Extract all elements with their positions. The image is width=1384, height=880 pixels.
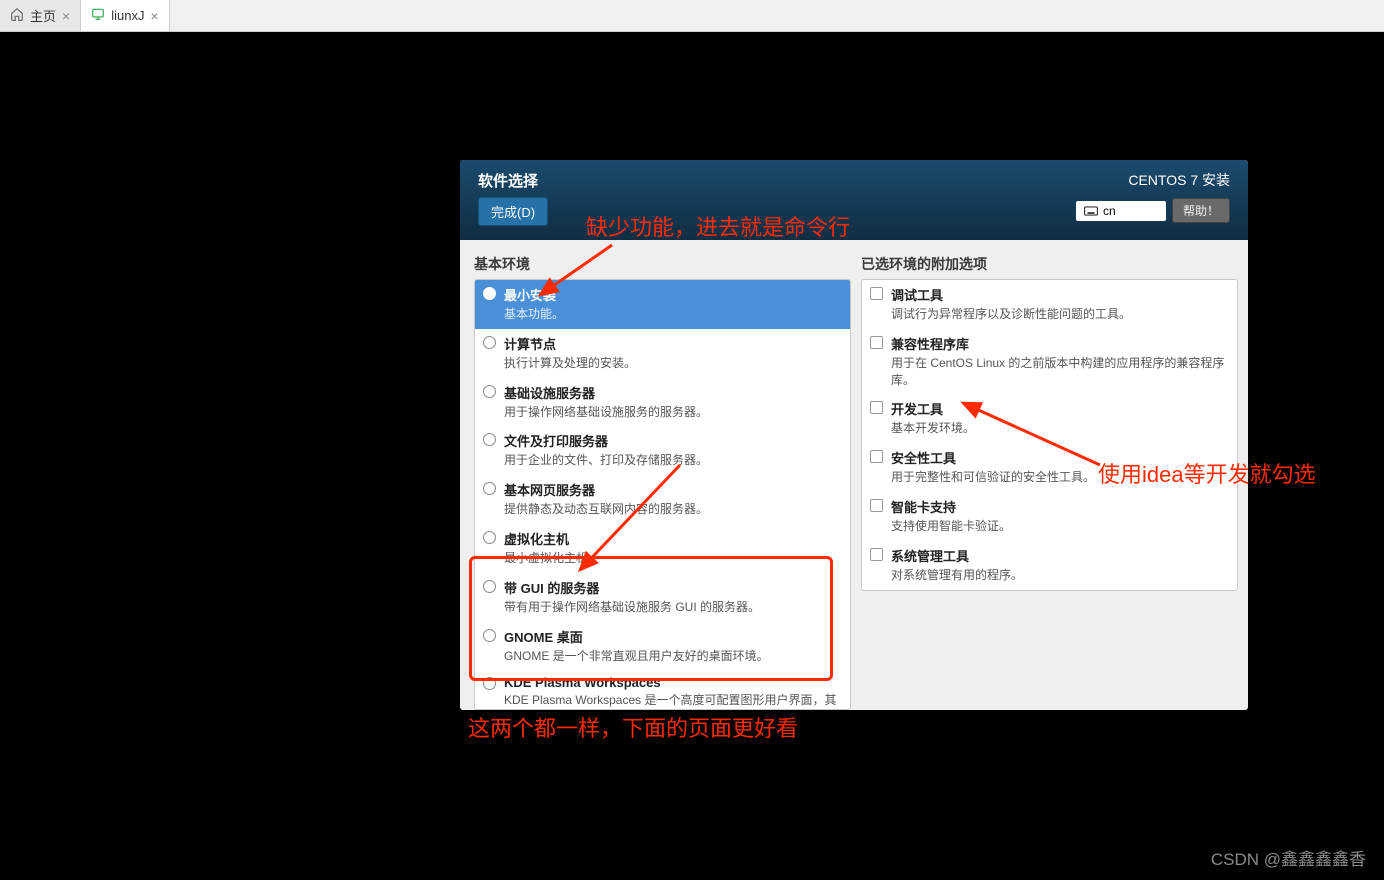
env-item[interactable]: 最小安装基本功能。 xyxy=(475,280,850,329)
radio-icon[interactable] xyxy=(483,287,496,300)
radio-icon[interactable] xyxy=(483,531,496,544)
addon-item-title: 系统管理工具 xyxy=(891,546,969,565)
checkbox-icon[interactable] xyxy=(870,336,883,349)
addon-item-desc: 用于在 CentOS Linux 的之前版本中构建的应用程序的兼容程序库。 xyxy=(891,355,1229,389)
checkbox-icon[interactable] xyxy=(870,499,883,512)
addon-item-desc: 基本开发环境。 xyxy=(891,420,1229,437)
env-column: 基本环境 最小安装基本功能。计算节点执行计算及处理的安装。基础设施服务器用于操作… xyxy=(474,254,851,710)
addon-item[interactable]: 安全性工具用于完整性和可信验证的安全性工具。 xyxy=(862,443,1237,492)
env-item-desc: 带有用于操作网络基础设施服务 GUI 的服务器。 xyxy=(504,599,842,616)
addon-item-title: 调试工具 xyxy=(891,285,943,304)
radio-icon[interactable] xyxy=(483,336,496,349)
radio-icon[interactable] xyxy=(483,580,496,593)
env-list[interactable]: 最小安装基本功能。计算节点执行计算及处理的安装。基础设施服务器用于操作网络基础设… xyxy=(474,279,851,710)
radio-icon[interactable] xyxy=(483,677,496,690)
installer-window: 软件选择 完成(D) CENTOS 7 安装 cn 帮助！ 基本环境 最小安装基… xyxy=(460,160,1248,710)
env-item-title: 虚拟化主机 xyxy=(504,529,569,548)
env-item-desc: KDE Plasma Workspaces 是一个高度可配置图形用户界面，其中包… xyxy=(504,692,842,710)
env-item-title: 基本网页服务器 xyxy=(504,480,595,499)
addon-item[interactable]: 智能卡支持支持使用智能卡验证。 xyxy=(862,492,1237,541)
env-item-desc: 最小虚拟化主机。 xyxy=(504,550,842,567)
addon-item-title: 智能卡支持 xyxy=(891,497,956,516)
env-item-title: 带 GUI 的服务器 xyxy=(504,578,599,597)
keyboard-layout[interactable]: cn xyxy=(1076,201,1166,221)
addon-item-title: 开发工具 xyxy=(891,399,943,418)
product-label: CENTOS 7 安装 xyxy=(1076,170,1230,190)
checkbox-icon[interactable] xyxy=(870,450,883,463)
addon-column: 已选环境的附加选项 调试工具调试行为异常程序以及诊断性能问题的工具。兼容性程序库… xyxy=(861,254,1238,710)
tab-label: liunxJ xyxy=(111,8,144,23)
env-item[interactable]: 文件及打印服务器用于企业的文件、打印及存储服务器。 xyxy=(475,426,850,475)
close-icon[interactable]: × xyxy=(62,8,70,24)
installer-header: 软件选择 完成(D) CENTOS 7 安装 cn 帮助！ xyxy=(460,160,1248,240)
tab-label: 主页 xyxy=(30,6,56,25)
env-item-desc: 提供静态及动态互联网内容的服务器。 xyxy=(504,501,842,518)
home-icon xyxy=(10,7,24,24)
env-item-title: 文件及打印服务器 xyxy=(504,431,608,450)
env-item[interactable]: KDE Plasma Workspaces KDE Plasma Workspac… xyxy=(475,670,850,710)
env-item[interactable]: GNOME 桌面 GNOME 是一个非常直观且用户友好的桌面环境。 xyxy=(475,622,850,671)
env-item-title: 最小安装 xyxy=(504,285,556,304)
radio-icon[interactable] xyxy=(483,629,496,642)
radio-icon[interactable] xyxy=(483,433,496,446)
env-item[interactable]: 带 GUI 的服务器带有用于操作网络基础设施服务 GUI 的服务器。 xyxy=(475,573,850,622)
radio-icon[interactable] xyxy=(483,385,496,398)
addon-title: 已选环境的附加选项 xyxy=(861,254,1238,274)
keyboard-icon xyxy=(1084,206,1098,216)
done-button[interactable]: 完成(D) xyxy=(478,197,548,226)
addon-item-title: 安全性工具 xyxy=(891,448,956,467)
tab-liunxj[interactable]: liunxJ × xyxy=(81,0,169,31)
tab-home[interactable]: 主页 × xyxy=(0,0,81,31)
env-item[interactable]: 基础设施服务器用于操作网络基础设施服务的服务器。 xyxy=(475,378,850,427)
env-item-title: KDE Plasma Workspaces xyxy=(504,675,661,690)
env-item-desc: 执行计算及处理的安装。 xyxy=(504,355,842,372)
env-item[interactable]: 虚拟化主机最小虚拟化主机。 xyxy=(475,524,850,573)
checkbox-icon[interactable] xyxy=(870,548,883,561)
addon-item-desc: 对系统管理有用的程序。 xyxy=(891,567,1229,584)
env-title: 基本环境 xyxy=(474,254,851,274)
checkbox-icon[interactable] xyxy=(870,287,883,300)
addon-item[interactable]: 兼容性程序库用于在 CentOS Linux 的之前版本中构建的应用程序的兼容程… xyxy=(862,329,1237,395)
env-item[interactable]: 基本网页服务器提供静态及动态互联网内容的服务器。 xyxy=(475,475,850,524)
addon-item-desc: 支持使用智能卡验证。 xyxy=(891,518,1229,535)
vm-icon xyxy=(91,7,105,24)
addon-item-title: 兼容性程序库 xyxy=(891,334,969,353)
close-icon[interactable]: × xyxy=(150,8,158,24)
env-item-title: GNOME 桌面 xyxy=(504,627,583,646)
addon-item-desc: 用于完整性和可信验证的安全性工具。 xyxy=(891,469,1229,486)
env-item-title: 基础设施服务器 xyxy=(504,383,595,402)
addon-list[interactable]: 调试工具调试行为异常程序以及诊断性能问题的工具。兼容性程序库用于在 CentOS… xyxy=(861,279,1238,591)
addon-item[interactable]: 系统管理工具对系统管理有用的程序。 xyxy=(862,541,1237,590)
addon-item[interactable]: 开发工具基本开发环境。 xyxy=(862,394,1237,443)
page-title: 软件选择 xyxy=(478,170,548,191)
addon-item-desc: 调试行为异常程序以及诊断性能问题的工具。 xyxy=(891,306,1229,323)
env-item-desc: 用于操作网络基础设施服务的服务器。 xyxy=(504,404,842,421)
checkbox-icon[interactable] xyxy=(870,401,883,414)
annotation-same: 这两个都一样，下面的页面更好看 xyxy=(468,714,1108,744)
env-item-title: 计算节点 xyxy=(504,334,556,353)
watermark: CSDN @鑫鑫鑫鑫香 xyxy=(1211,845,1366,870)
radio-icon[interactable] xyxy=(483,482,496,495)
env-item[interactable]: 计算节点执行计算及处理的安装。 xyxy=(475,329,850,378)
tab-bar: 主页 × liunxJ × xyxy=(0,0,1384,32)
env-item-desc: 基本功能。 xyxy=(504,306,842,323)
addon-item[interactable]: 调试工具调试行为异常程序以及诊断性能问题的工具。 xyxy=(862,280,1237,329)
env-item-desc: GNOME 是一个非常直观且用户友好的桌面环境。 xyxy=(504,648,842,665)
help-button[interactable]: 帮助！ xyxy=(1172,198,1230,223)
env-item-desc: 用于企业的文件、打印及存储服务器。 xyxy=(504,452,842,469)
